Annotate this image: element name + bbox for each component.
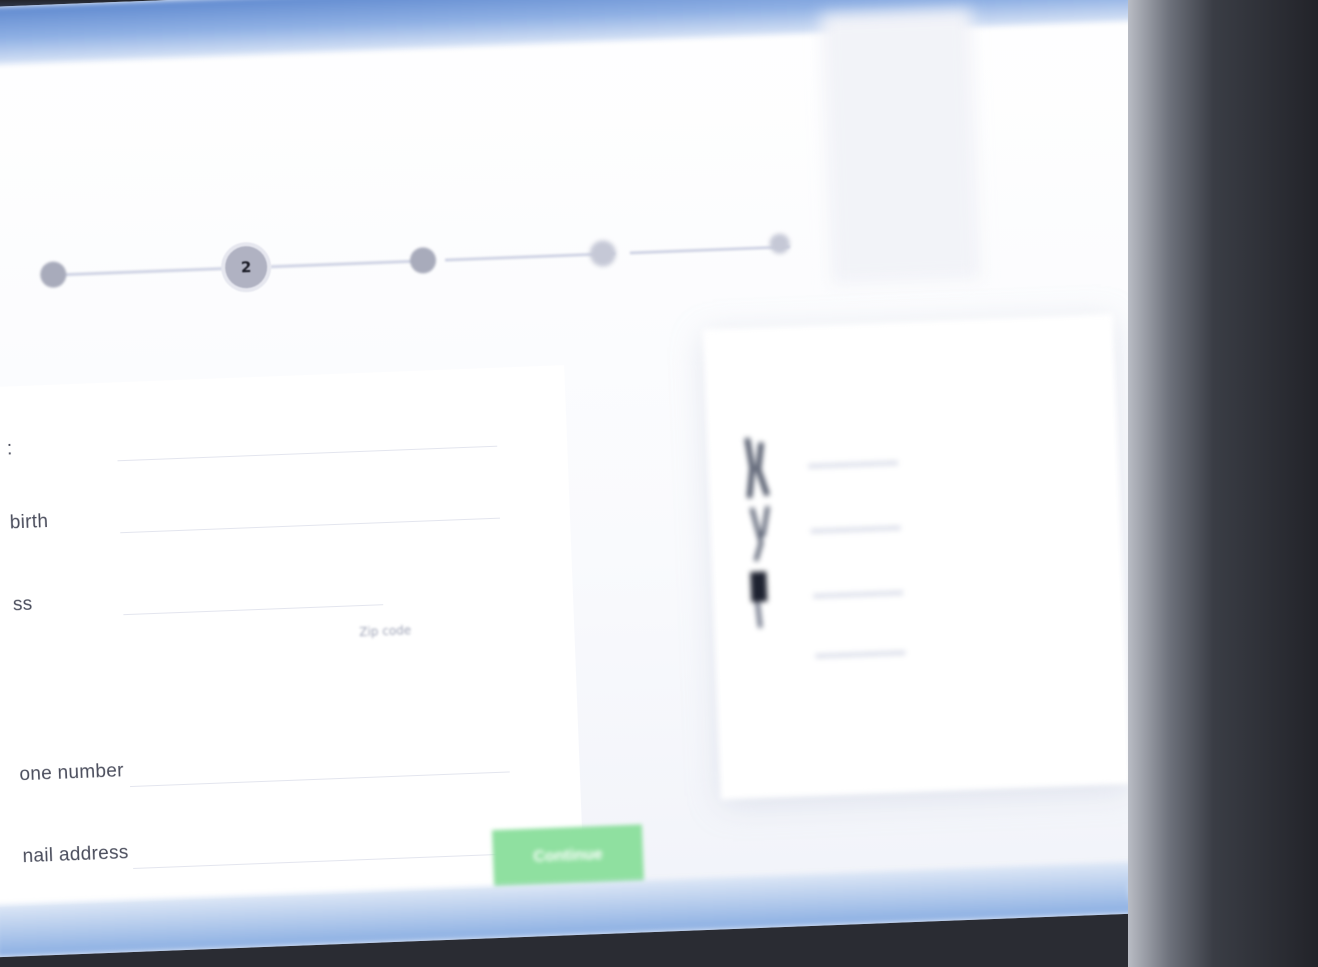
stepper-connector: [629, 245, 790, 255]
step-5[interactable]: [769, 233, 791, 255]
item-meta: [810, 525, 901, 534]
address-input[interactable]: [123, 604, 384, 616]
personal-details-form: : birth ss Zip code one number nail addr…: [0, 365, 585, 908]
step-2-active[interactable]: 2: [224, 245, 268, 289]
continue-button[interactable]: Continue: [491, 824, 645, 889]
field-underline[interactable]: [117, 445, 498, 462]
date-of-birth-label: birth: [9, 510, 49, 534]
monitor-bezel-right: [1128, 0, 1318, 967]
email-address-label: nail address: [22, 842, 130, 868]
step-1[interactable]: [39, 261, 67, 289]
product-image: [737, 437, 779, 499]
field-partial-top: :: [6, 438, 13, 460]
phone-number-label: one number: [19, 760, 125, 786]
window-titlebar: [0, 0, 1252, 66]
stepper-connector: [60, 266, 251, 277]
checkout-stepper: 2: [39, 216, 801, 305]
phone-number-input[interactable]: [129, 771, 510, 788]
order-summary-card: [702, 313, 1131, 800]
date-of-birth-input[interactable]: [120, 517, 501, 534]
email-address-input[interactable]: [133, 853, 513, 869]
stepper-connector: [270, 259, 431, 269]
item-meta: [808, 460, 899, 469]
background-panel: [820, 9, 982, 285]
item-meta: [813, 590, 904, 599]
step-3[interactable]: [409, 246, 437, 274]
list-item: [737, 425, 1099, 499]
step-4[interactable]: [589, 240, 617, 267]
list-item: [740, 490, 1102, 564]
product-image: [740, 502, 782, 563]
list-item: [744, 615, 1106, 689]
address-label: ss: [12, 593, 33, 616]
item-meta: [815, 650, 906, 659]
zip-code-placeholder[interactable]: Zip code: [359, 623, 411, 639]
browser-screen: 2 : birth ss Zip code one number nail ad…: [0, 0, 1286, 958]
product-image: [742, 567, 784, 628]
